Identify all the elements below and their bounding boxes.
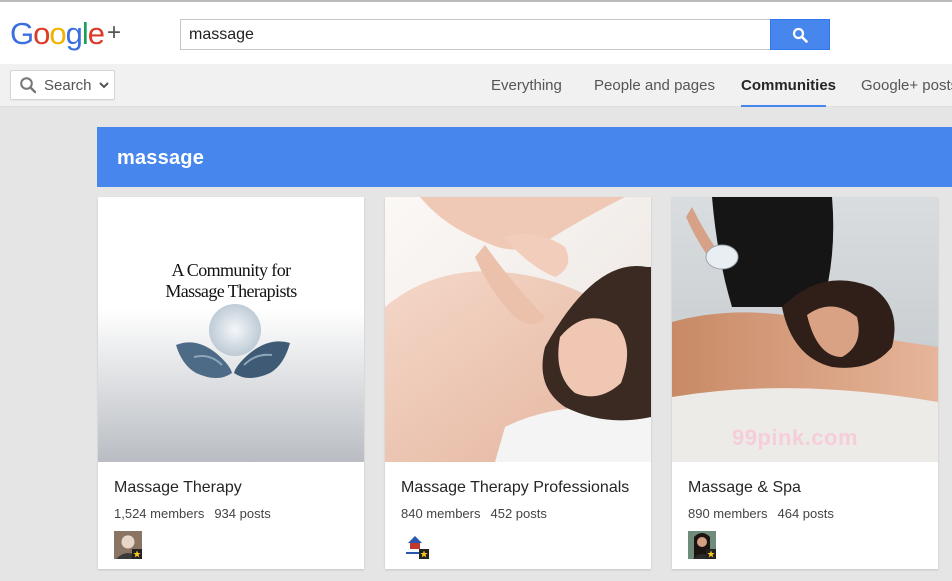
search-dropdown-label: Search <box>44 76 92 94</box>
community-card[interactable]: 99pink.com Massage & Spa 890 members 464 … <box>672 197 938 569</box>
community-cover-image <box>385 197 651 462</box>
member-count: 890 members <box>688 506 768 521</box>
community-card[interactable]: A Community for Massage Therapists Massa… <box>98 197 364 569</box>
community-name[interactable]: Massage Therapy Professionals <box>401 479 629 497</box>
search-input[interactable]: massage <box>180 19 771 50</box>
tab-people-and-pages[interactable]: People and pages <box>594 77 715 94</box>
community-card[interactable]: Massage Therapy Professionals 840 member… <box>385 197 651 569</box>
star-icon <box>706 549 716 559</box>
top-bar: Google + massage <box>0 0 952 64</box>
community-cover-image: A Community for Massage Therapists <box>98 197 364 462</box>
search-icon <box>792 27 808 43</box>
star-icon <box>132 549 142 559</box>
chevron-down-icon <box>98 82 109 89</box>
tab-google-plus-posts[interactable]: Google+ posts <box>861 77 952 94</box>
owner-avatar[interactable] <box>688 531 716 559</box>
tab-everything[interactable]: Everything <box>491 77 562 94</box>
tab-communities[interactable]: Communities <box>741 77 836 94</box>
post-count: 934 posts <box>214 506 271 521</box>
star-icon <box>419 549 429 559</box>
image-watermark: 99pink.com <box>732 425 859 450</box>
member-count: 1,524 members <box>114 506 205 521</box>
community-cover-image: 99pink.com <box>672 197 938 462</box>
post-count: 464 posts <box>777 506 834 521</box>
results-title: massage <box>117 147 205 169</box>
owner-avatar[interactable] <box>401 531 429 559</box>
search-nav-bar: Search Everything People and pages Commu… <box>0 64 952 107</box>
community-stats: 840 members 452 posts <box>401 506 547 521</box>
member-count: 840 members <box>401 506 481 521</box>
owner-avatar[interactable] <box>114 531 142 559</box>
community-stats: 1,524 members 934 posts <box>114 506 271 521</box>
search-dropdown[interactable]: Search <box>10 70 115 100</box>
community-name[interactable]: Massage Therapy <box>114 479 242 497</box>
cover-text-line2: Massage Therapists <box>165 281 297 301</box>
active-tab-indicator <box>741 105 826 107</box>
post-count: 452 posts <box>490 506 547 521</box>
results-header: massage <box>97 127 952 187</box>
search-icon <box>20 77 37 94</box>
google-plus-logo[interactable]: Google + <box>10 16 121 55</box>
community-stats: 890 members 464 posts <box>688 506 834 521</box>
search-button[interactable] <box>770 19 830 50</box>
community-name[interactable]: Massage & Spa <box>688 479 801 497</box>
cover-text-line1: A Community for <box>171 260 291 280</box>
